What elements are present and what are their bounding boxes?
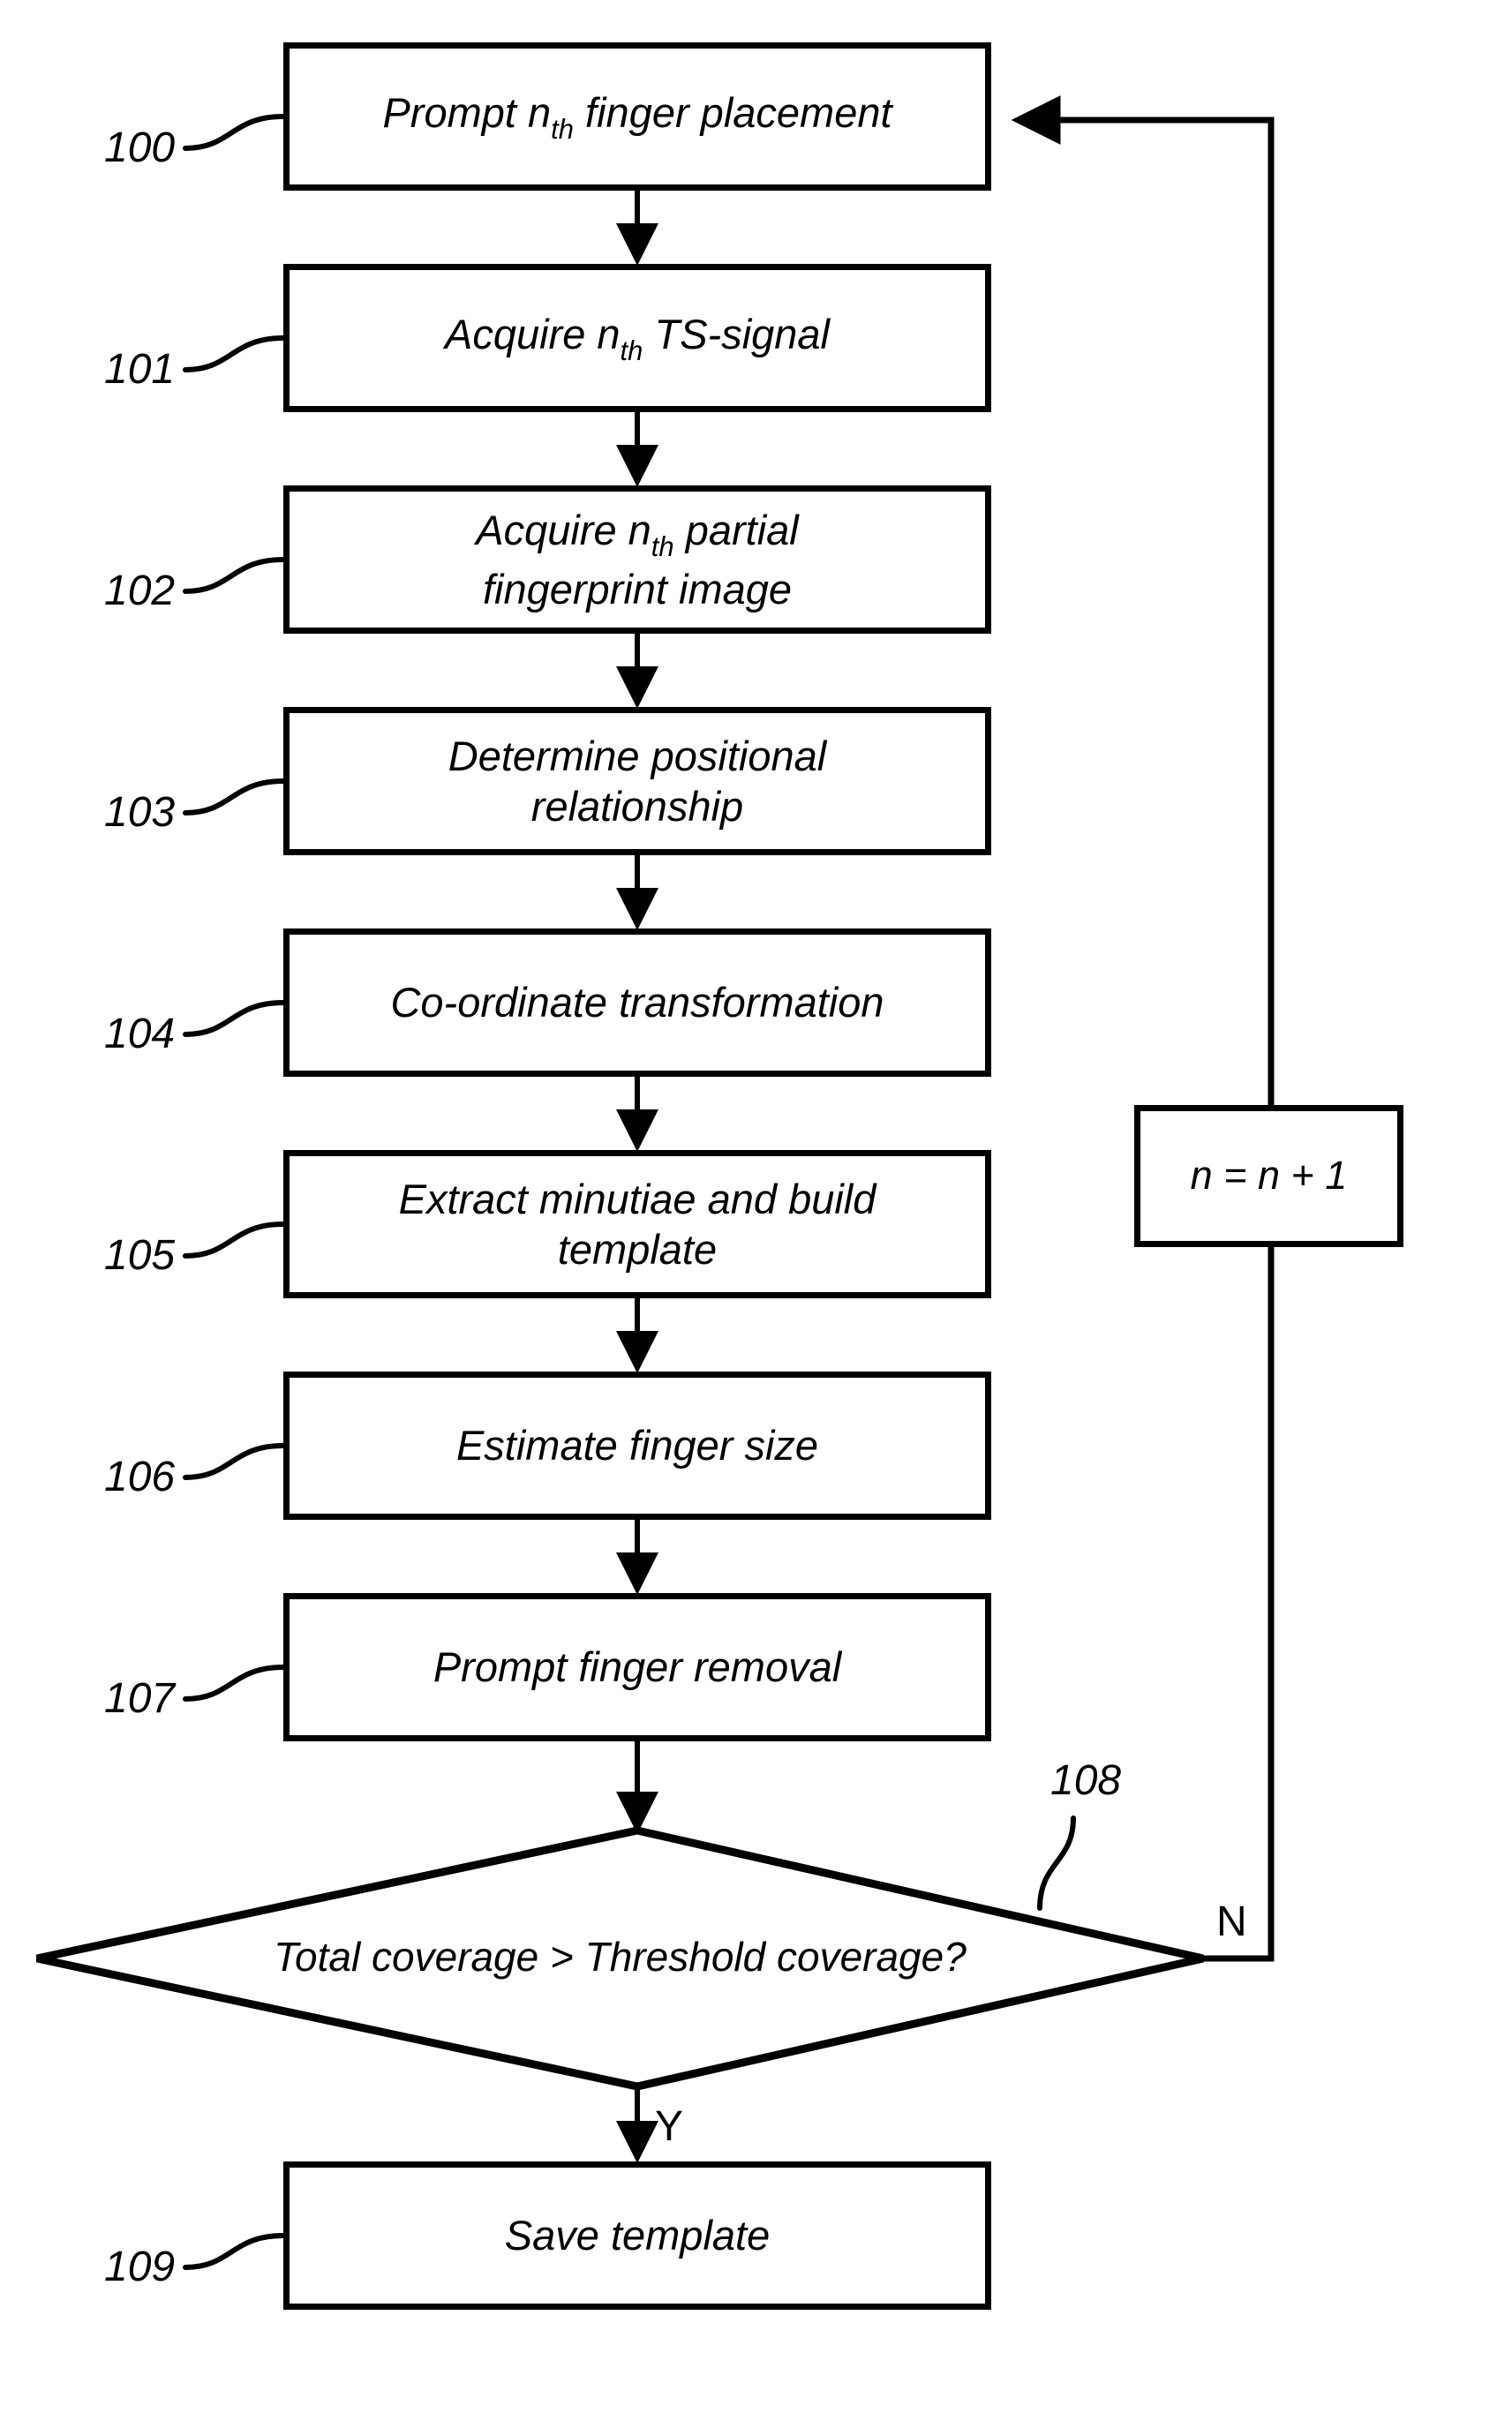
ref-numeral-109: 109 <box>104 2244 176 2290</box>
process-node-102[interactable]: Acquire nth partial fingerprint image <box>283 485 991 634</box>
ref-numeral-103: 103 <box>104 789 176 836</box>
node-105-text: Extract minutiae and build template <box>398 1175 876 1273</box>
ref-numeral-108: 108 <box>1050 1757 1122 1804</box>
node-109-text: Save template <box>504 2212 771 2259</box>
ref-numeral-104: 104 <box>104 1011 176 1057</box>
ref-numeral-100: 100 <box>104 124 176 171</box>
ref-numeral-106: 106 <box>104 1454 176 1500</box>
loop-increment-text: n = n + 1 <box>1190 1153 1348 1199</box>
decision-108-label: Total coverage > Threshold coverage? <box>274 1934 967 1980</box>
ref-numeral-105: 105 <box>104 1232 176 1279</box>
subscript-th: th <box>620 335 643 366</box>
node-107-text: Prompt finger removal <box>433 1643 842 1691</box>
process-node-101[interactable]: Acquire nth TS-signal <box>283 264 991 412</box>
ref-numeral-107: 107 <box>104 1675 176 1722</box>
branch-label-no: N <box>1216 1898 1247 1945</box>
loop-increment-box[interactable]: n = n + 1 <box>1134 1105 1403 1247</box>
subscript-th: th <box>551 113 574 145</box>
process-node-103[interactable]: Determine positional relationship <box>283 707 991 855</box>
process-node-107[interactable]: Prompt finger removal <box>283 1593 991 1741</box>
node-106-text: Estimate finger size <box>455 1422 819 1470</box>
node-100-text: Prompt nth finger placement <box>382 88 892 145</box>
ref-numeral-101: 101 <box>104 346 176 393</box>
node-103-text: Determine positional relationship <box>448 732 827 830</box>
process-node-106[interactable]: Estimate finger size <box>283 1372 991 1520</box>
ref-numeral-102: 102 <box>104 568 176 614</box>
process-node-105[interactable]: Extract minutiae and build template <box>283 1150 991 1298</box>
feedback-loop-path <box>1011 95 1275 1962</box>
node-104-text: Co-ordinate transformation <box>390 979 884 1026</box>
node-102-text: Acquire nth partial fingerprint image <box>476 506 799 613</box>
process-node-100[interactable]: Prompt nth finger placement <box>283 42 991 191</box>
flowchart-canvas: Prompt nth finger placement Acquire nth … <box>0 0 1512 2413</box>
branch-label-yes: Y <box>655 2103 684 2150</box>
process-node-109[interactable]: Save template <box>283 2161 991 2310</box>
process-node-104[interactable]: Co-ordinate transformation <box>283 928 991 1077</box>
node-101-text: Acquire nth TS-signal <box>444 310 830 366</box>
subscript-th: th <box>651 530 674 562</box>
